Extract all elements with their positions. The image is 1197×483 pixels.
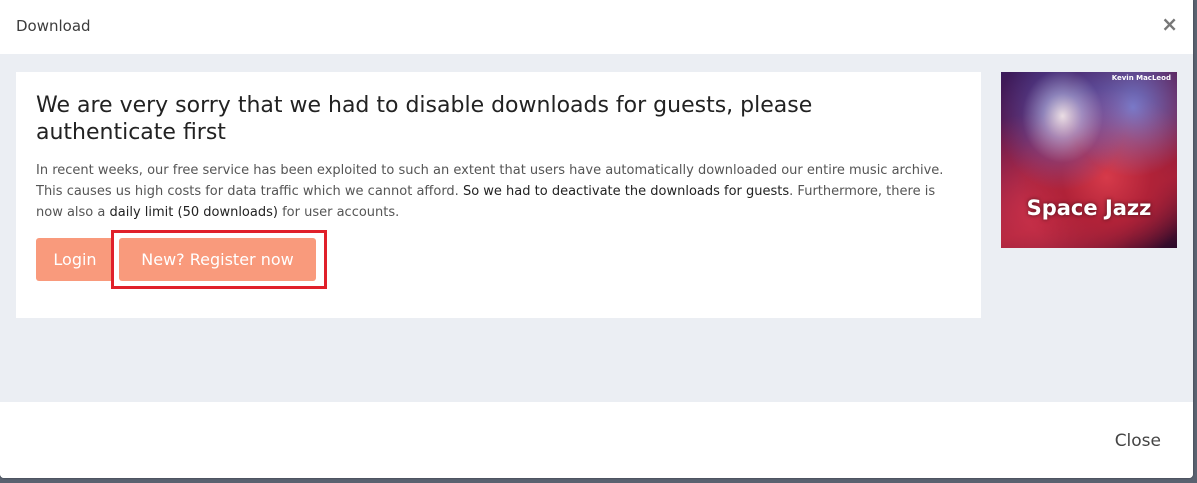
notice-text-part3: for user accounts. (277, 205, 400, 220)
notice-text: In recent weeks, our free service has be… (36, 160, 961, 223)
modal-body: We are very sorry that we had to disable… (0, 54, 1193, 402)
album-title: Space Jazz (1026, 196, 1152, 220)
modal-header: Download × (0, 0, 1193, 54)
login-button[interactable]: Login (36, 238, 114, 281)
notice-text-strong2: daily limit (50 downloads) (109, 205, 278, 220)
notice-card: We are very sorry that we had to disable… (16, 72, 981, 318)
modal-footer: Close (0, 402, 1193, 478)
notice-text-strong1: So we had to deactivate the downloads fo… (462, 184, 790, 199)
close-button[interactable]: Close (1115, 431, 1161, 451)
download-modal: Download × We are very sorry that we had… (0, 0, 1193, 478)
modal-title: Download (16, 17, 91, 35)
album-cover: Kevin MacLeod Space Jazz (1001, 72, 1177, 248)
close-icon[interactable]: × (1161, 14, 1178, 34)
album-artist: Kevin MacLeod (1111, 74, 1171, 82)
notice-heading: We are very sorry that we had to disable… (36, 93, 813, 145)
register-button[interactable]: New? Register now (119, 238, 316, 281)
